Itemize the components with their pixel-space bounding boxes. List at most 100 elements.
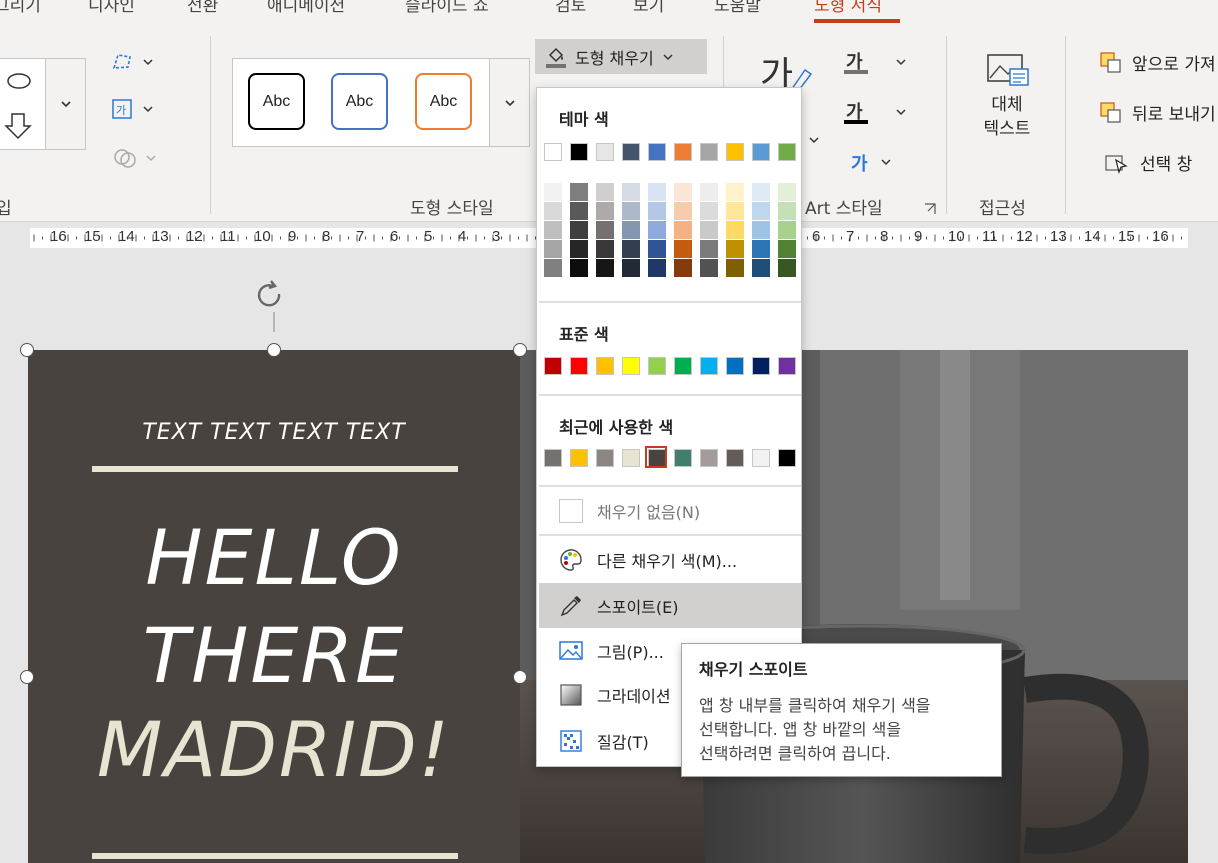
theme-shade-swatch[interactable]: [648, 240, 666, 258]
standard-color-swatch-6[interactable]: [674, 357, 692, 375]
theme-shade-swatch[interactable]: [778, 202, 796, 220]
theme-shade-swatch[interactable]: [674, 202, 692, 220]
more-fill-colors-item[interactable]: 다른 채우기 색(M)...: [539, 537, 801, 582]
resize-handle-left[interactable]: [20, 670, 34, 684]
theme-shade-swatch[interactable]: [648, 183, 666, 201]
theme-color-swatch-2[interactable]: [570, 143, 588, 161]
theme-color-swatch-3[interactable]: [596, 143, 614, 161]
eyedropper-item[interactable]: 스포이트(E): [539, 583, 801, 628]
recent-color-swatch-3[interactable]: [596, 449, 614, 467]
theme-shade-swatch[interactable]: [570, 240, 588, 258]
card-heading-line2[interactable]: THERE: [28, 618, 520, 694]
theme-color-swatch-6[interactable]: [674, 143, 692, 161]
theme-shade-swatch[interactable]: [726, 202, 744, 220]
shape-gallery[interactable]: [0, 58, 86, 150]
tab-draw[interactable]: 그리기: [0, 0, 41, 16]
theme-shade-swatch[interactable]: [726, 259, 744, 277]
theme-shade-swatch[interactable]: [778, 259, 796, 277]
recent-color-swatch-10[interactable]: [778, 449, 796, 467]
tab-slideshow[interactable]: 슬라이드 쇼: [405, 0, 489, 16]
standard-color-swatch-2[interactable]: [570, 357, 588, 375]
tab-shape-format[interactable]: 도형 서식: [814, 0, 882, 16]
theme-shade-swatch[interactable]: [544, 202, 562, 220]
theme-shade-swatch[interactable]: [700, 183, 718, 201]
tab-review[interactable]: 검토: [555, 0, 586, 16]
theme-shade-swatch[interactable]: [596, 183, 614, 201]
theme-color-swatch-4[interactable]: [622, 143, 640, 161]
theme-shade-swatch[interactable]: [700, 240, 718, 258]
tab-transitions[interactable]: 전환: [187, 0, 218, 16]
resize-handle-top-right[interactable]: [513, 343, 527, 357]
theme-shade-swatch[interactable]: [700, 202, 718, 220]
theme-shade-swatch[interactable]: [622, 221, 640, 239]
card-heading-line3[interactable]: MADRID!: [28, 712, 520, 788]
theme-shade-swatch[interactable]: [726, 240, 744, 258]
recent-color-swatch-7[interactable]: [700, 449, 718, 467]
theme-color-swatch-10[interactable]: [778, 143, 796, 161]
theme-shade-swatch[interactable]: [778, 183, 796, 201]
theme-color-swatch-7[interactable]: [700, 143, 718, 161]
card-heading-line1[interactable]: HELLO: [28, 520, 520, 596]
tab-design[interactable]: 디자인: [88, 0, 135, 16]
resize-handle-right[interactable]: [513, 670, 527, 684]
merge-shapes-button[interactable]: [113, 146, 157, 170]
edit-shape-button[interactable]: [110, 52, 154, 72]
theme-shade-swatch[interactable]: [570, 202, 588, 220]
resize-handle-top[interactable]: [267, 343, 281, 357]
theme-shade-swatch[interactable]: [622, 240, 640, 258]
theme-shade-swatch[interactable]: [544, 183, 562, 201]
alt-text-button[interactable]: 대체 텍스트: [972, 51, 1042, 161]
standard-color-swatch-1[interactable]: [544, 357, 562, 375]
theme-shade-swatch[interactable]: [622, 183, 640, 201]
theme-shade-swatch[interactable]: [544, 240, 562, 258]
standard-color-swatch-3[interactable]: [596, 357, 614, 375]
theme-shade-swatch[interactable]: [700, 259, 718, 277]
recent-color-swatch-6[interactable]: [674, 449, 692, 467]
theme-shade-swatch[interactable]: [674, 259, 692, 277]
text-card-shape[interactable]: TEXT TEXT TEXT TEXT HELLO THERE MADRID!: [28, 350, 520, 863]
theme-shade-swatch[interactable]: [622, 202, 640, 220]
tab-animations[interactable]: 애니메이션: [267, 0, 345, 16]
theme-shade-swatch[interactable]: [544, 259, 562, 277]
theme-shade-swatch[interactable]: [570, 183, 588, 201]
no-fill-item[interactable]: 채우기 없음(N): [539, 488, 801, 533]
theme-shade-swatch[interactable]: [648, 259, 666, 277]
shape-gallery-more-button[interactable]: [45, 59, 85, 149]
theme-shade-swatch[interactable]: [596, 202, 614, 220]
theme-color-swatch-5[interactable]: [648, 143, 666, 161]
tab-help[interactable]: 도움말: [714, 0, 761, 16]
theme-color-swatch-9[interactable]: [752, 143, 770, 161]
standard-color-swatch-4[interactable]: [622, 357, 640, 375]
standard-color-swatch-9[interactable]: [752, 357, 770, 375]
theme-shade-swatch[interactable]: [648, 202, 666, 220]
theme-shade-swatch[interactable]: [622, 259, 640, 277]
recent-color-swatch-1[interactable]: [544, 449, 562, 467]
theme-shade-swatch[interactable]: [674, 221, 692, 239]
standard-color-swatch-10[interactable]: [778, 357, 796, 375]
theme-shade-swatch[interactable]: [726, 221, 744, 239]
theme-color-swatch-1[interactable]: [544, 143, 562, 161]
recent-color-swatch-4[interactable]: [622, 449, 640, 467]
theme-shade-swatch[interactable]: [752, 221, 770, 239]
style-sample-blue[interactable]: Abc: [331, 73, 388, 130]
theme-shade-swatch[interactable]: [752, 240, 770, 258]
bring-forward-button[interactable]: 앞으로 가져: [1100, 50, 1216, 75]
theme-shade-swatch[interactable]: [570, 221, 588, 239]
tab-view[interactable]: 보기: [633, 0, 664, 16]
theme-shade-swatch[interactable]: [752, 202, 770, 220]
recent-color-swatch-2[interactable]: [570, 449, 588, 467]
shape-fill-button[interactable]: 도형 채우기: [535, 39, 707, 74]
resize-handle-top-left[interactable]: [20, 343, 34, 357]
theme-shade-swatch[interactable]: [778, 240, 796, 258]
theme-shade-swatch[interactable]: [544, 221, 562, 239]
theme-shade-swatch[interactable]: [752, 259, 770, 277]
theme-shade-swatch[interactable]: [674, 183, 692, 201]
dialog-launcher-icon[interactable]: [924, 203, 936, 215]
standard-color-swatch-7[interactable]: [700, 357, 718, 375]
theme-shade-swatch[interactable]: [726, 183, 744, 201]
card-subtitle[interactable]: TEXT TEXT TEXT TEXT: [28, 420, 520, 445]
standard-color-swatch-8[interactable]: [726, 357, 744, 375]
style-gallery-more-button[interactable]: [489, 59, 529, 146]
style-sample-black[interactable]: Abc: [248, 73, 305, 130]
recent-color-swatch-9[interactable]: [752, 449, 770, 467]
